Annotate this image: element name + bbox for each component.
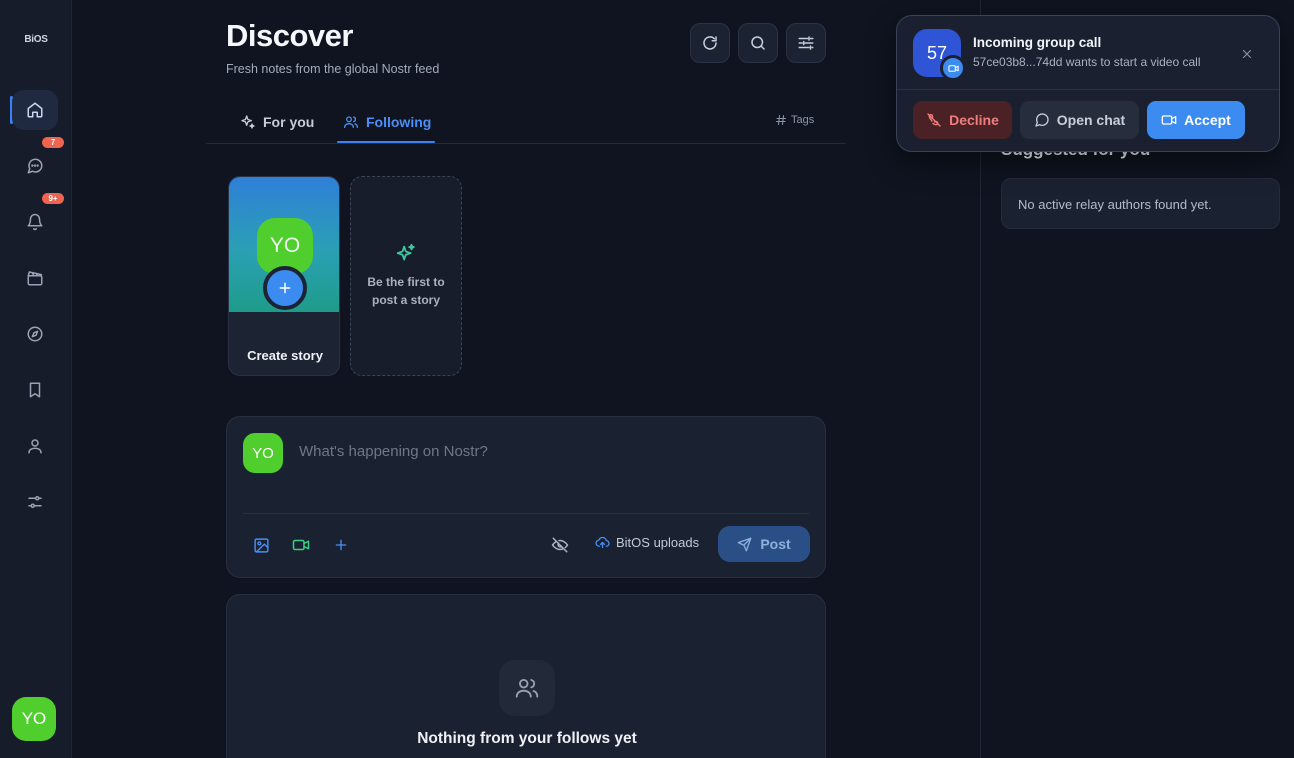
sidebar-item-messages[interactable]: 7 <box>12 137 64 186</box>
user-icon <box>26 437 44 455</box>
image-icon <box>253 537 270 554</box>
sidebar-item-profile[interactable] <box>12 426 58 466</box>
post-label: Post <box>760 536 791 552</box>
phone-off-icon <box>926 112 942 128</box>
sparkles-icon <box>395 243 417 265</box>
sidebar-item-bookmarks[interactable] <box>12 370 58 410</box>
feed-empty-state: Nothing from your follows yet <box>226 594 826 758</box>
message-circle-icon <box>1034 112 1050 128</box>
tab-following[interactable]: Following <box>343 112 431 132</box>
tabs-divider <box>206 143 846 144</box>
bookmark-icon <box>26 381 44 399</box>
decline-label: Decline <box>949 112 999 128</box>
add-attachment-button[interactable] <box>327 531 355 559</box>
accept-call-button[interactable]: Accept <box>1147 101 1245 139</box>
tags-label: Tags <box>791 114 815 126</box>
sliders-horizontal-icon <box>797 34 815 52</box>
hash-icon <box>775 114 787 126</box>
filter-button[interactable] <box>786 23 826 63</box>
upload-provider-selector[interactable]: BitOS uploads <box>595 535 699 550</box>
compose-input[interactable] <box>299 443 799 460</box>
call-subtitle: 57ce03b8...74dd wants to start a video c… <box>973 55 1201 69</box>
search-icon <box>749 34 767 52</box>
plus-icon <box>277 280 293 296</box>
post-button[interactable]: Post <box>718 526 810 562</box>
sparkles-icon <box>240 114 256 130</box>
sensitive-toggle-button[interactable] <box>546 531 574 559</box>
call-title: Incoming group call <box>973 35 1102 50</box>
tags-button[interactable]: Tags <box>775 114 814 126</box>
video-icon <box>947 63 959 74</box>
tab-for-you[interactable]: For you <box>240 112 314 132</box>
sidebar-item-media[interactable] <box>12 258 58 298</box>
decline-call-button[interactable]: Decline <box>913 101 1012 139</box>
user-avatar[interactable]: YO <box>12 697 56 741</box>
sidebar-item-notifications[interactable]: 9+ <box>12 193 64 242</box>
notifications-badge: 9+ <box>42 193 64 204</box>
suggestions-empty-text: No active relay authors found yet. <box>1018 197 1212 212</box>
uploads-label: BitOS uploads <box>616 535 700 550</box>
compass-icon <box>26 325 44 343</box>
post-composer: YO BitOS uploads Post <box>226 416 826 578</box>
create-story-card[interactable]: YO Create story <box>228 176 340 376</box>
send-icon <box>737 537 752 552</box>
refresh-icon <box>701 34 719 52</box>
eye-off-icon <box>551 536 569 554</box>
incoming-call-popup: 57 Incoming group call 57ce03b8...74dd w… <box>896 15 1280 152</box>
users-icon <box>343 114 359 130</box>
message-circle-icon <box>26 157 44 175</box>
app-logo[interactable]: BiOS <box>16 34 56 48</box>
page-subtitle: Fresh notes from the global Nostr feed <box>226 62 440 76</box>
clapperboard-icon <box>26 269 44 287</box>
video-icon <box>292 536 310 554</box>
video-icon <box>1161 112 1177 128</box>
empty-story-card: Be the first to post a story <box>350 176 462 376</box>
close-icon <box>1241 48 1253 60</box>
tab-label: Following <box>366 114 432 130</box>
add-image-button[interactable] <box>247 531 275 559</box>
open-chat-button[interactable]: Open chat <box>1020 101 1139 139</box>
call-divider <box>897 89 1279 90</box>
add-video-button[interactable] <box>287 531 315 559</box>
composer-divider <box>243 513 809 514</box>
refresh-button[interactable] <box>690 23 730 63</box>
page-title: Discover <box>226 18 353 53</box>
cloud-upload-icon <box>595 535 610 550</box>
sidebar-item-home[interactable] <box>12 90 58 130</box>
plus-icon <box>333 537 349 553</box>
empty-story-text: Be the first to post a story <box>367 275 445 307</box>
search-button[interactable] <box>738 23 778 63</box>
video-call-badge <box>940 55 966 81</box>
add-story-button[interactable] <box>263 266 307 310</box>
tab-label: For you <box>263 114 315 130</box>
home-icon <box>26 101 44 119</box>
messages-badge: 7 <box>42 137 64 148</box>
users-icon <box>499 660 555 716</box>
sidebar-item-settings[interactable] <box>12 482 58 522</box>
create-story-label: Create story <box>247 348 323 363</box>
suggestions-card: No active relay authors found yet. <box>1001 178 1280 229</box>
bell-icon <box>26 213 44 231</box>
open-chat-label: Open chat <box>1056 112 1126 128</box>
accept-label: Accept <box>1184 112 1231 128</box>
sidebar: BiOS 7 9+ YO <box>0 0 72 758</box>
close-call-button[interactable] <box>1237 44 1257 64</box>
feed-empty-title: Nothing from your follows yet <box>417 730 637 747</box>
sidebar-item-explore[interactable] <box>12 314 58 354</box>
sliders-icon <box>26 493 44 511</box>
composer-avatar: YO <box>243 433 283 473</box>
